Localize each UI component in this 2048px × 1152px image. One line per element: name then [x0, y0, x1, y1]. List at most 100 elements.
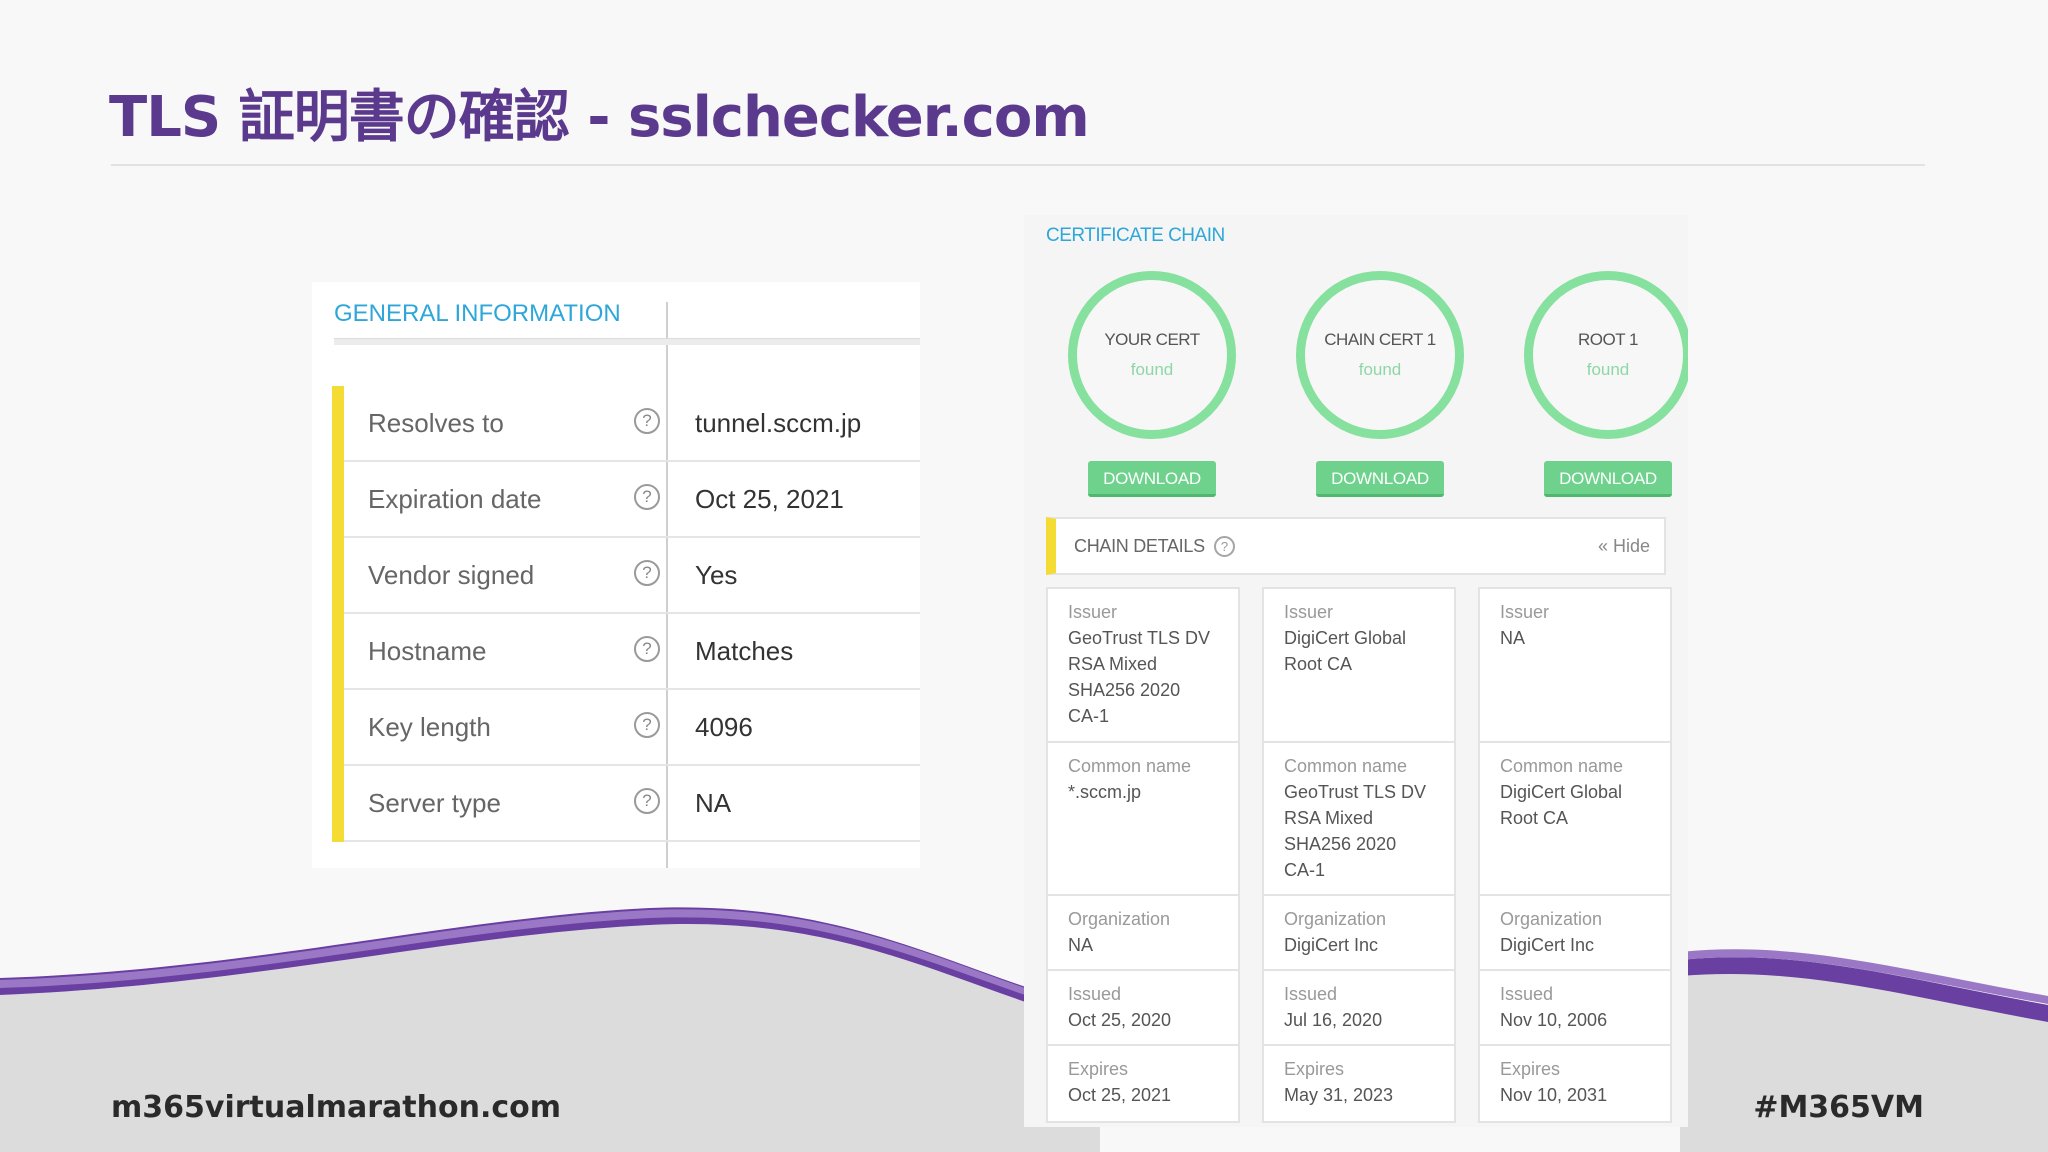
slide-title: TLS 証明書の確認 - sslchecker.com	[109, 85, 1090, 150]
info-value: Yes	[695, 560, 738, 590]
info-value: Matches	[695, 636, 794, 666]
info-value: tunnel.sccm.jp	[695, 408, 862, 438]
detail-cell-issuer: Issuer NA	[1480, 589, 1670, 743]
detail-cell-issued: Issued Jul 16, 2020	[1264, 971, 1454, 1046]
info-group-1: Resolves to ? tunnel.sccm.jp Expiration …	[332, 386, 920, 614]
detail-value: Nov 10, 2006	[1500, 1010, 1608, 1030]
info-group-2: Hostname ? Matches Key length ? 4096 Ser…	[332, 614, 920, 842]
detail-key: Expires	[1068, 1059, 1129, 1079]
detail-cell-common-name: Common name GeoTrust TLS DV RSA Mixed SH…	[1264, 743, 1454, 896]
info-label: Server type	[368, 788, 501, 818]
chain-column-root-1: Issuer NA Common name DigiCert Global Ro…	[1478, 587, 1672, 1123]
download-button[interactable]: DOWNLOAD	[1316, 461, 1444, 497]
cert-name: YOUR CERT	[1104, 330, 1200, 349]
detail-key: Organization	[1068, 909, 1171, 929]
download-button[interactable]: DOWNLOAD	[1088, 461, 1216, 497]
cert-your-cert: YOUR CERT found DOWNLOAD	[1068, 271, 1236, 497]
general-information-panel: GENERAL INFORMATION Resolves to ? tunnel…	[312, 282, 920, 868]
cert-status: found	[1586, 360, 1630, 379]
info-label: Key length	[368, 712, 491, 742]
detail-value: Nov 10, 2031	[1500, 1085, 1608, 1105]
detail-value: GeoTrust TLS DV RSA Mixed SHA256 2020 CA…	[1284, 782, 1427, 880]
detail-value: Oct 25, 2021	[1068, 1085, 1172, 1105]
detail-key: Issued	[1500, 984, 1554, 1004]
detail-cell-organization: Organization NA	[1048, 896, 1238, 971]
title-divider	[111, 164, 1925, 166]
detail-value: Oct 25, 2020	[1068, 1010, 1172, 1030]
certificate-chain-panel: CERTIFICATE CHAIN YOUR CERT found DOWNLO…	[1024, 215, 1688, 1127]
detail-value: DigiCert Global Root CA	[1284, 628, 1407, 674]
detail-key: Expires	[1284, 1059, 1345, 1079]
detail-cell-expires: Expires May 31, 2023	[1264, 1046, 1454, 1121]
cert-status-ring: ROOT 1 found	[1524, 271, 1688, 439]
cert-status: found	[1130, 360, 1174, 379]
cert-root-1: ROOT 1 found DOWNLOAD	[1524, 271, 1688, 497]
detail-key: Issued	[1284, 984, 1338, 1004]
question-circle-icon[interactable]: ?	[1214, 536, 1235, 557]
detail-key: Issuer	[1068, 602, 1118, 622]
detail-cell-issuer: Issuer DigiCert Global Root CA	[1264, 589, 1454, 743]
chain-column-your-cert: Issuer GeoTrust TLS DV RSA Mixed SHA256 …	[1046, 587, 1240, 1123]
detail-key: Issuer	[1284, 602, 1334, 622]
question-circle-icon[interactable]: ?	[634, 408, 660, 434]
info-row: Key length ? 4096	[344, 690, 920, 766]
info-value: 4096	[695, 712, 753, 742]
detail-key: Expires	[1500, 1059, 1561, 1079]
cert-status-ring: CHAIN CERT 1 found	[1296, 271, 1464, 439]
detail-cell-expires: Expires Nov 10, 2031	[1480, 1046, 1670, 1121]
detail-value: NA	[1068, 935, 1094, 955]
detail-cell-issued: Issued Nov 10, 2006	[1480, 971, 1670, 1046]
cert-name: CHAIN CERT 1	[1324, 330, 1436, 349]
hide-link[interactable]: « Hide	[1598, 536, 1650, 557]
info-label: Vendor signed	[368, 560, 535, 590]
detail-cell-organization: Organization DigiCert Inc	[1480, 896, 1670, 971]
cert-chain-cert-1: CHAIN CERT 1 found DOWNLOAD	[1296, 271, 1464, 497]
info-row: Resolves to ? tunnel.sccm.jp	[344, 386, 920, 462]
footer-website: m365virtualmarathon.com	[111, 1090, 561, 1125]
detail-value: DigiCert Inc	[1284, 935, 1379, 955]
detail-cell-issued: Issued Oct 25, 2020	[1048, 971, 1238, 1046]
detail-value: Jul 16, 2020	[1284, 1010, 1383, 1030]
detail-key: Issuer	[1500, 602, 1550, 622]
header-divider	[334, 338, 920, 345]
question-circle-icon[interactable]: ?	[634, 636, 660, 662]
certificate-chain-title: CERTIFICATE CHAIN	[1046, 225, 1225, 246]
detail-key: Organization	[1284, 909, 1387, 929]
question-circle-icon[interactable]: ?	[634, 712, 660, 738]
cert-status: found	[1358, 360, 1402, 379]
info-label: Hostname	[368, 636, 487, 666]
cert-name: ROOT 1	[1578, 330, 1638, 349]
download-button[interactable]: DOWNLOAD	[1544, 461, 1672, 497]
cert-status-ring: YOUR CERT found	[1068, 271, 1236, 439]
question-circle-icon[interactable]: ?	[634, 788, 660, 814]
detail-key: Common name	[1068, 756, 1192, 776]
detail-cell-issuer: Issuer GeoTrust TLS DV RSA Mixed SHA256 …	[1048, 589, 1238, 743]
general-information-header: GENERAL INFORMATION	[334, 300, 621, 327]
footer-hashtag: #M365VM	[1753, 1090, 1924, 1125]
detail-cell-common-name: Common name DigiCert Global Root CA	[1480, 743, 1670, 896]
detail-value: NA	[1500, 628, 1526, 648]
info-row: Server type ? NA	[344, 766, 920, 842]
detail-key: Organization	[1500, 909, 1603, 929]
detail-key: Issued	[1068, 984, 1122, 1004]
info-value: Oct 25, 2021	[695, 484, 844, 514]
chain-details-bar: CHAIN DETAILS ? « Hide	[1046, 517, 1666, 575]
info-label: Expiration date	[368, 484, 542, 514]
info-row: Hostname ? Matches	[344, 614, 920, 690]
detail-value: May 31, 2023	[1284, 1085, 1394, 1105]
question-circle-icon[interactable]: ?	[634, 560, 660, 586]
detail-value: DigiCert Global Root CA	[1500, 782, 1623, 828]
detail-value: DigiCert Inc	[1500, 935, 1595, 955]
chain-column-chain-cert-1: Issuer DigiCert Global Root CA Common na…	[1262, 587, 1456, 1123]
question-circle-icon[interactable]: ?	[634, 484, 660, 510]
detail-cell-common-name: Common name *.sccm.jp	[1048, 743, 1238, 896]
detail-cell-expires: Expires Oct 25, 2021	[1048, 1046, 1238, 1121]
info-value: NA	[695, 788, 732, 818]
detail-key: Common name	[1500, 756, 1624, 776]
info-label: Resolves to	[368, 408, 504, 438]
detail-cell-organization: Organization DigiCert Inc	[1264, 896, 1454, 971]
detail-value: *.sccm.jp	[1068, 782, 1142, 802]
chain-details-label: CHAIN DETAILS	[1074, 536, 1205, 556]
detail-key: Common name	[1284, 756, 1408, 776]
info-row: Vendor signed ? Yes	[344, 538, 920, 614]
